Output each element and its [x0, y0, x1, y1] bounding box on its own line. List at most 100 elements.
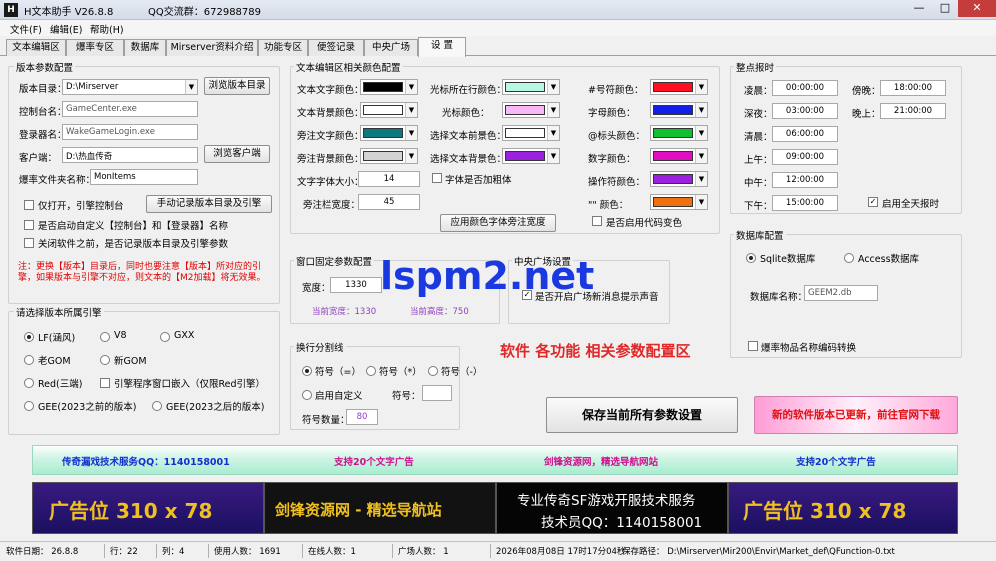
status-date: 软件日期： 26.8.8: [6, 547, 79, 557]
status-square: 广场人数： 1: [398, 547, 449, 557]
sep-equal-radio[interactable]: [302, 366, 312, 376]
side-bg-select[interactable]: ▼: [360, 148, 418, 164]
auto-start-checkbox[interactable]: [24, 220, 34, 230]
at-color-select[interactable]: ▼: [650, 125, 708, 141]
number-color-select[interactable]: ▼: [650, 148, 708, 164]
font-size-input[interactable]: 14: [358, 171, 420, 187]
minimize-button[interactable]: —: [906, 0, 932, 17]
sep-dash-radio[interactable]: [428, 366, 438, 376]
cursor-color-select[interactable]: ▼: [502, 102, 560, 118]
manual-record-button[interactable]: 手动记录版本目录及引擎: [146, 195, 272, 213]
color-swatch: [653, 197, 693, 207]
side-width-label: 旁注栏宽度：: [303, 200, 361, 211]
access-label: Access数据库: [858, 254, 920, 265]
separator-title: 换行分割线: [294, 340, 346, 354]
browse-version-button[interactable]: 浏览版本目录: [204, 77, 270, 95]
tab-features[interactable]: 功能专区: [258, 39, 308, 56]
timer-input[interactable]: 00:00:00: [772, 80, 838, 96]
timer-label: 深夜：: [744, 109, 773, 120]
engine-gxx-radio[interactable]: [160, 332, 170, 342]
tab-mirserver[interactable]: Mirserver资料介绍: [166, 39, 258, 56]
tab-central-square[interactable]: 中央广场: [364, 39, 418, 56]
timer-input[interactable]: 06:00:00: [772, 126, 838, 142]
all-day-checkbox[interactable]: ✓: [868, 197, 878, 207]
save-settings-button[interactable]: 保存当前所有参数设置: [546, 397, 738, 433]
cursor-line-select[interactable]: ▼: [502, 79, 560, 95]
engine-old-gom-radio[interactable]: [24, 355, 34, 365]
update-button[interactable]: 新的软件版本已更新，前往官网下载: [754, 396, 958, 434]
tab-drop-rate[interactable]: 爆率专区: [66, 39, 124, 56]
engine-gee-old-radio[interactable]: [24, 401, 34, 411]
width-input[interactable]: 1330: [330, 277, 382, 293]
engine-v8-radio[interactable]: [100, 332, 110, 342]
count-input[interactable]: 80: [346, 409, 378, 425]
sqlite-radio[interactable]: [746, 253, 756, 263]
login-input[interactable]: WakeGameLogin.exe: [62, 124, 198, 140]
banner-ad-1[interactable]: 广告位 310 x 78: [32, 482, 264, 534]
select-bg-select[interactable]: ▼: [502, 148, 560, 164]
menu-help[interactable]: 帮助(H): [90, 22, 124, 36]
text-bg-select[interactable]: ▼: [360, 102, 418, 118]
banner-ad-4[interactable]: 广告位 310 x 78: [728, 482, 958, 534]
apply-color-button[interactable]: 应用颜色字体旁注宽度: [440, 214, 556, 232]
timer-input[interactable]: 09:00:00: [772, 149, 838, 165]
side-bg-label: 旁注背景颜色：: [297, 154, 364, 165]
side-width-input[interactable]: 45: [358, 194, 420, 210]
banner-ad-2[interactable]: 剑锋资源网 - 精选导航站: [264, 482, 496, 534]
text-ad-1[interactable]: 传奇漏戏技术服务QQ：1140158001: [62, 454, 230, 468]
symbol-input[interactable]: [422, 385, 452, 401]
engine-lf-radio[interactable]: [24, 332, 34, 342]
status-bar: 软件日期： 26.8.8 行：22 列：4 使用人数： 1691 在线人数：1 …: [0, 541, 996, 561]
text-ad-3[interactable]: 剑锋资源网，精选导航网站: [544, 454, 658, 468]
operator-color-select[interactable]: ▼: [650, 171, 708, 187]
window-size-title: 窗口固定参数配置: [294, 254, 375, 268]
letter-color-select[interactable]: ▼: [650, 102, 708, 118]
quote-color-select[interactable]: ▼: [650, 194, 708, 210]
sep-custom-radio[interactable]: [302, 390, 312, 400]
timer-input[interactable]: 21:00:00: [880, 103, 946, 119]
console-input[interactable]: GameCenter.exe: [62, 101, 198, 117]
side-text-select[interactable]: ▼: [360, 125, 418, 141]
tab-bar: 文本编辑区 爆率专区 数据库 Mirserver资料介绍 功能专区 便签记录 中…: [0, 36, 996, 57]
engine-new-gom-radio[interactable]: [100, 355, 110, 365]
color-swatch: [363, 105, 403, 115]
convert-checkbox[interactable]: [748, 341, 758, 351]
browse-client-button[interactable]: 浏览客户端: [204, 145, 270, 163]
timer-input[interactable]: 15:00:00: [772, 195, 838, 211]
hash-color-select[interactable]: ▼: [650, 79, 708, 95]
sep-star-radio[interactable]: [366, 366, 376, 376]
timer-input[interactable]: 12:00:00: [772, 172, 838, 188]
drop-folder-input[interactable]: MonItems: [90, 169, 198, 185]
client-input[interactable]: D:\热血传奇: [62, 147, 198, 163]
status-divider: [490, 544, 491, 558]
version-dir-select[interactable]: D:\Mirserver ▼: [62, 79, 198, 95]
code-color-checkbox[interactable]: [592, 216, 602, 226]
menu-edit[interactable]: 编辑(E): [50, 22, 82, 36]
text-ad-2[interactable]: 支持20个文字广告: [334, 454, 414, 468]
access-radio[interactable]: [844, 253, 854, 263]
tab-text-editor[interactable]: 文本编辑区: [6, 39, 66, 56]
status-users: 使用人数： 1691: [214, 547, 281, 557]
engine-gxx-label: GXX: [174, 330, 195, 341]
db-name-input[interactable]: GEEM2.db: [804, 285, 878, 301]
text-color-select[interactable]: ▼: [360, 79, 418, 95]
engine-red-radio[interactable]: [24, 378, 34, 388]
number-color-label: 数字颜色：: [588, 154, 636, 165]
engine-gee-new-radio[interactable]: [152, 401, 162, 411]
text-ad-4[interactable]: 支持20个文字广告: [796, 454, 876, 468]
tab-database[interactable]: 数据库: [124, 39, 166, 56]
remember-checkbox[interactable]: [24, 238, 34, 248]
maximize-button[interactable]: □: [932, 0, 958, 17]
tab-notes[interactable]: 便签记录: [308, 39, 364, 56]
only-open-checkbox[interactable]: [24, 200, 34, 210]
tab-settings[interactable]: 设 置: [418, 37, 466, 57]
timer-input[interactable]: 03:00:00: [772, 103, 838, 119]
close-button[interactable]: ✕: [958, 0, 996, 17]
menu-file[interactable]: 文件(F): [10, 22, 42, 36]
engine-lf-label: LF(涵风): [38, 333, 76, 344]
select-fg-select[interactable]: ▼: [502, 125, 560, 141]
bold-checkbox[interactable]: [432, 173, 442, 183]
banner-ad-3[interactable]: 专业传奇SF游戏开服技术服务 技术员QQ：1140158001: [496, 482, 728, 534]
timer-input[interactable]: 18:00:00: [880, 80, 946, 96]
engine-embed-checkbox[interactable]: [100, 378, 110, 388]
